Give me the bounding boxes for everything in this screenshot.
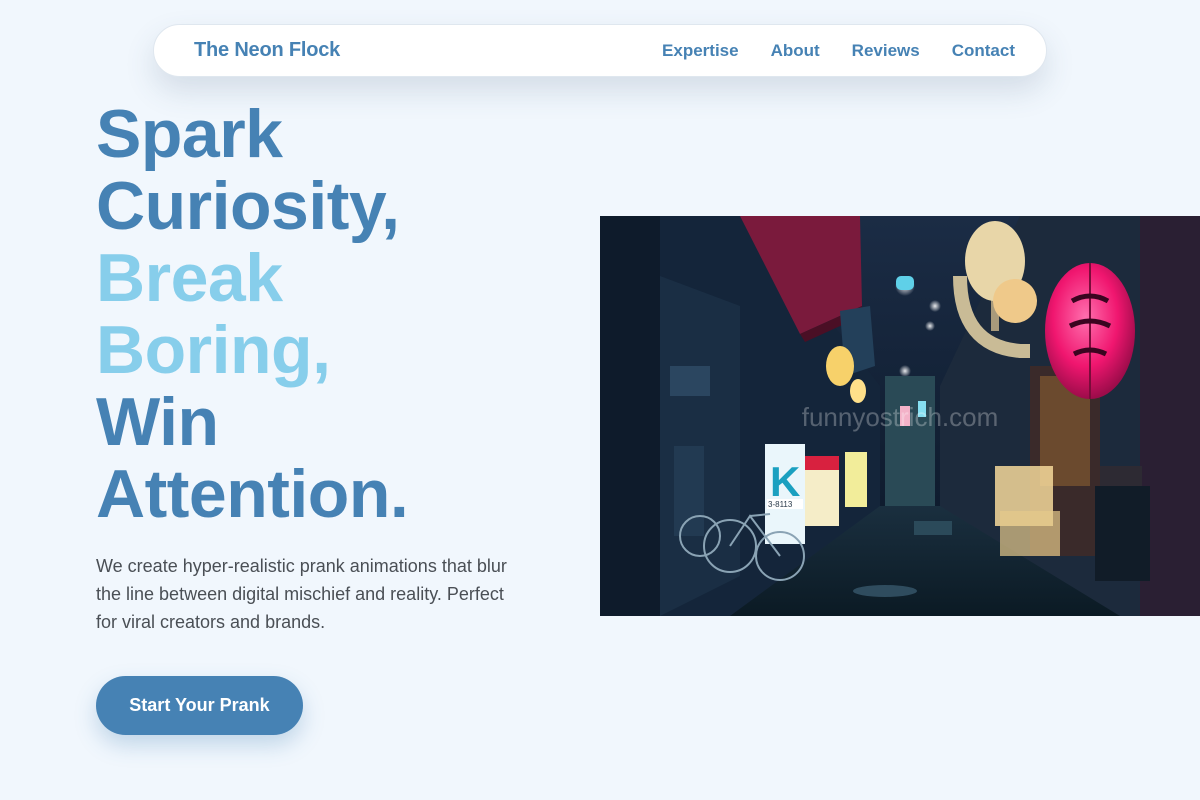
nav-link-about[interactable]: About — [771, 41, 820, 61]
hero-title-line: Attention. — [96, 456, 409, 532]
nav-link-reviews[interactable]: Reviews — [852, 41, 920, 61]
hero-description: We create hyper-realistic prank animatio… — [96, 556, 507, 632]
brand-logo[interactable]: The Neon Flock — [194, 39, 340, 62]
image-watermark: funnyostrich.com — [802, 402, 999, 432]
hero-title-line-accent: Boring, — [96, 312, 331, 388]
nav-links: Expertise About Reviews Contact — [662, 41, 1015, 61]
nav-link-expertise[interactable]: Expertise — [662, 41, 739, 61]
top-navbar: The Neon Flock Expertise About Reviews C… — [153, 24, 1047, 77]
neon-alley-illustration: K 3-8113 funnyostrich.com — [600, 216, 1200, 616]
hero-title-line-accent: Break — [96, 240, 283, 316]
hero-title-line: Win — [96, 384, 219, 460]
start-your-prank-button[interactable]: Start Your Prank — [96, 676, 303, 735]
hero-image-neon-alley: K 3-8113 funnyostrich.com — [600, 216, 1200, 616]
hero-title-line: Spark — [96, 96, 283, 172]
hero-title-line: Curiosity, — [96, 168, 400, 244]
sign-k-label: K — [770, 458, 800, 505]
nav-link-contact[interactable]: Contact — [952, 41, 1015, 61]
sign-number-label: 3-8113 — [768, 500, 793, 509]
hero-title: Spark Curiosity, Break Boring, Win Atten… — [96, 98, 576, 530]
